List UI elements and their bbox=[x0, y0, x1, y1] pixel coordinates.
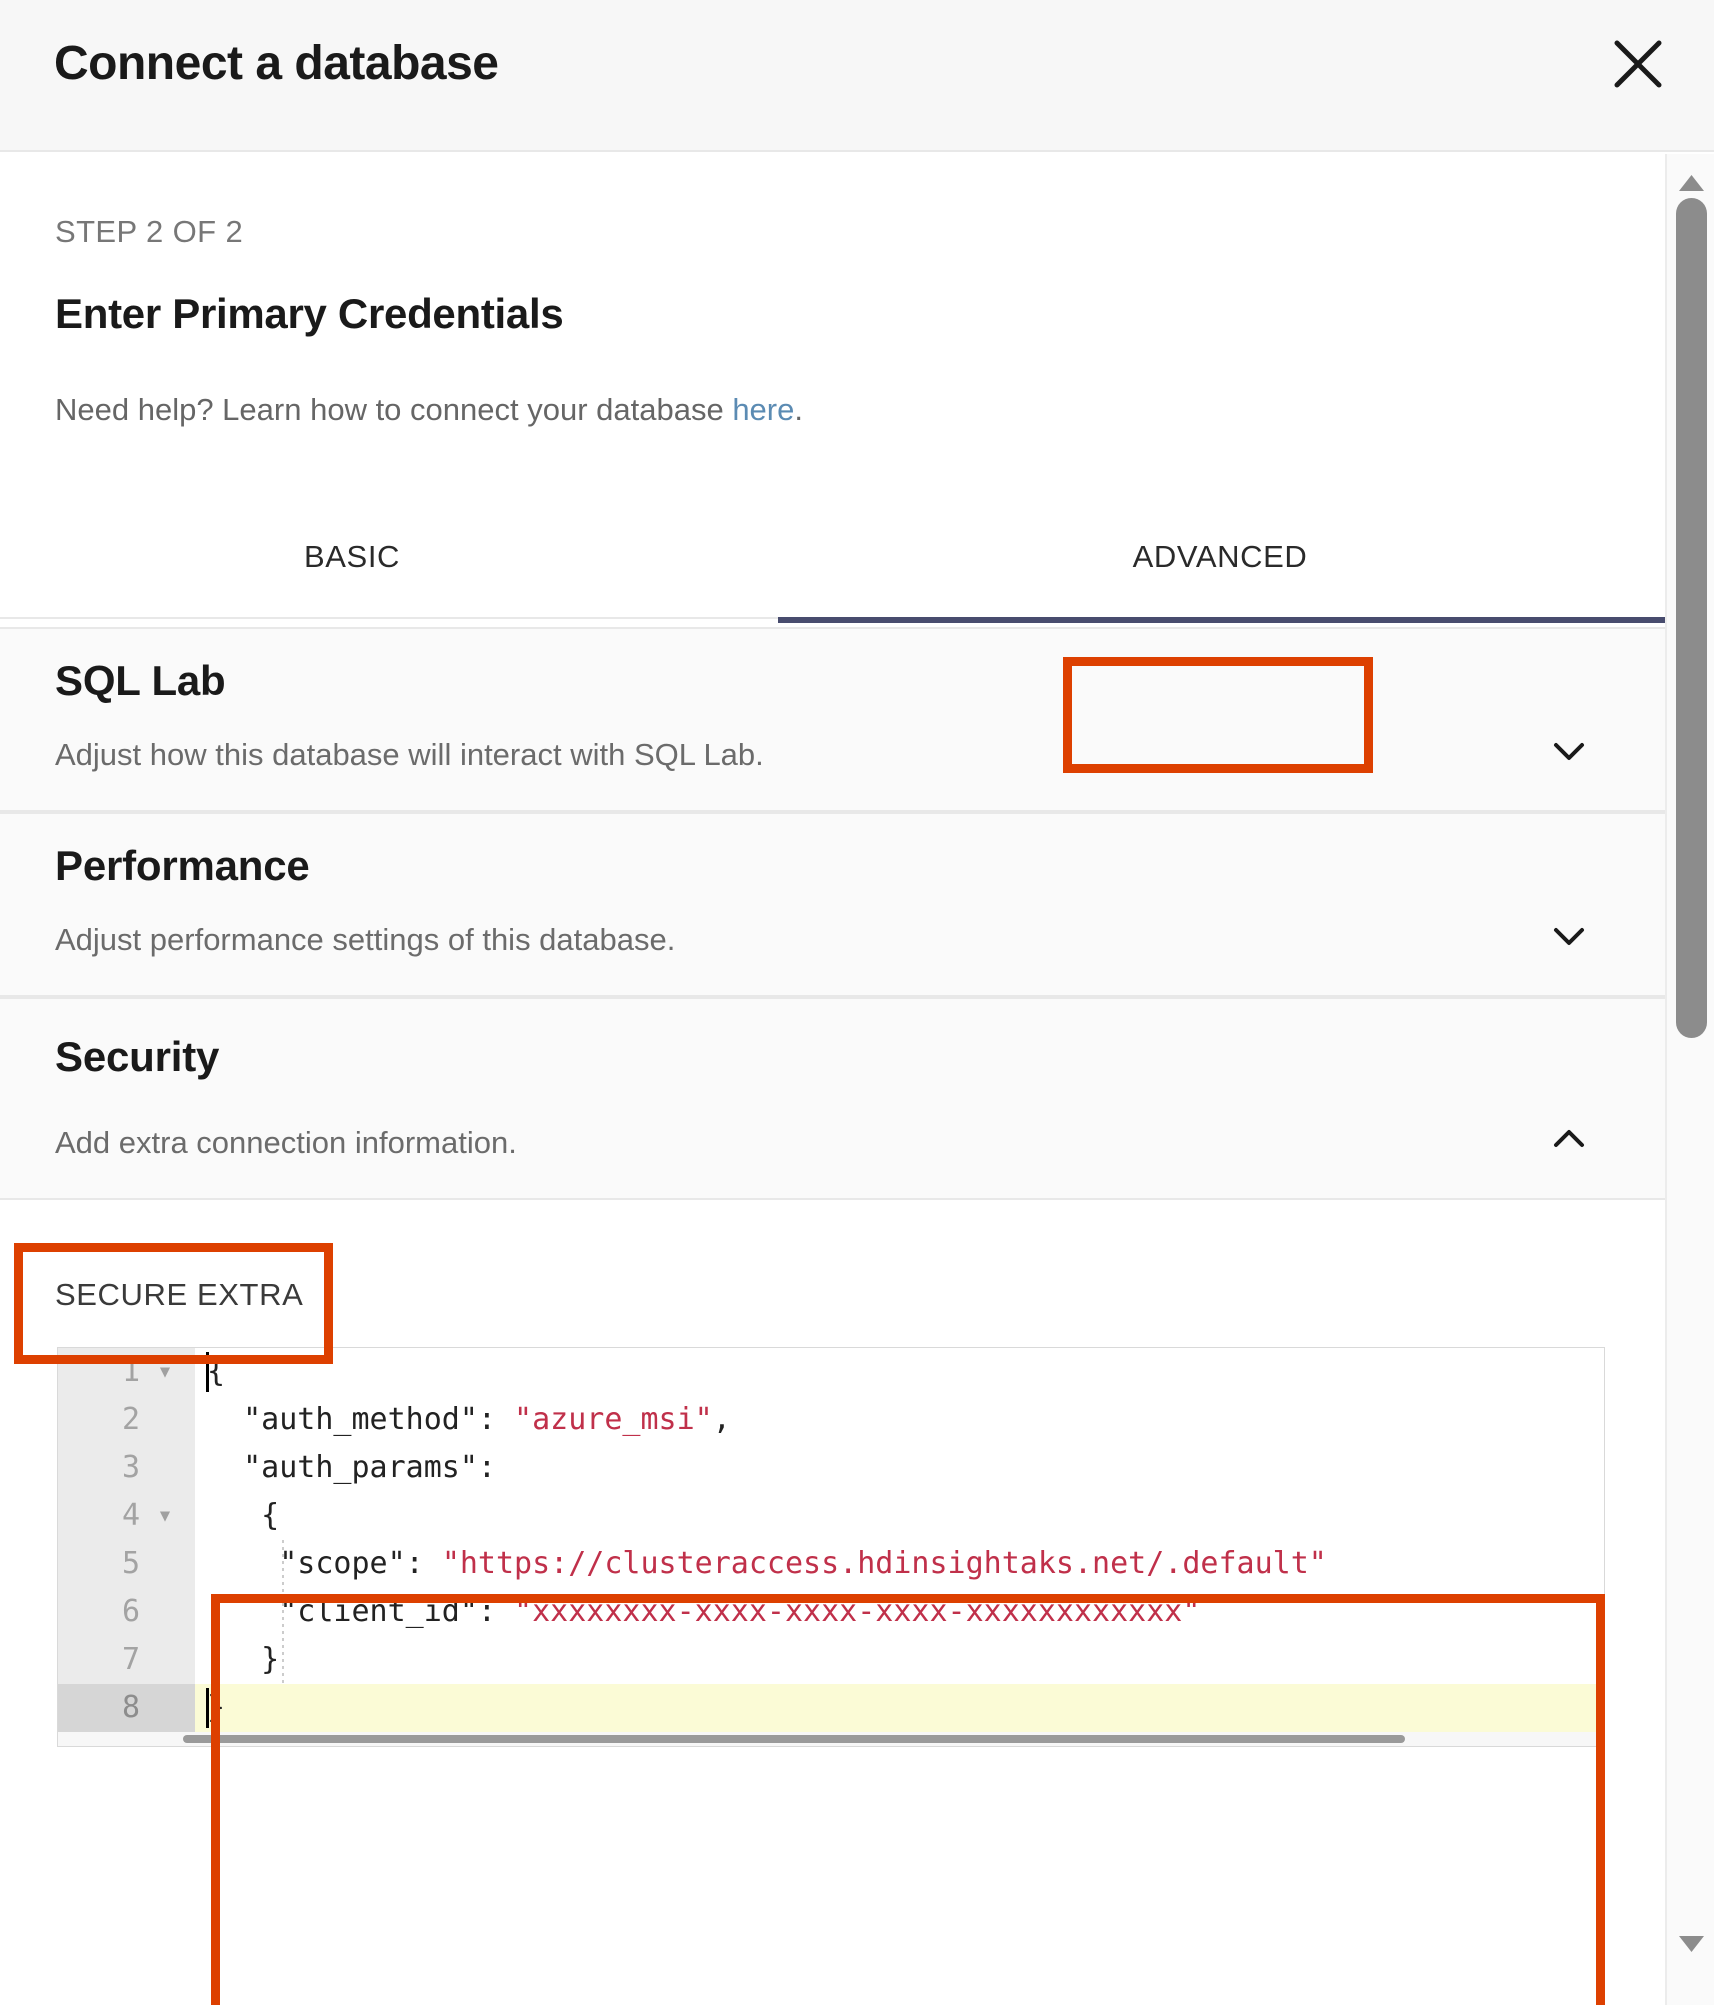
code-string-value: "azure_msi" bbox=[514, 1402, 713, 1437]
help-text: Need help? Learn how to connect your dat… bbox=[55, 392, 803, 428]
code-punct: , bbox=[713, 1402, 731, 1437]
secure-extra-section: SECURE EXTRA 1 ▼ 2 3 4 ▼ bbox=[0, 1202, 1665, 2005]
section-sql-lab[interactable]: SQL Lab Adjust how this database will in… bbox=[0, 627, 1665, 812]
code-line-8[interactable]: } bbox=[195, 1684, 1604, 1732]
fold-toggle-icon[interactable]: ▼ bbox=[153, 1348, 177, 1396]
tab-advanced[interactable]: ADVANCED bbox=[1085, 494, 1355, 619]
editor-gutter: 1 ▼ 2 3 4 ▼ 5 bbox=[58, 1348, 195, 1746]
section-title-security: Security bbox=[55, 1033, 219, 1081]
connect-database-modal: Connect a database STEP 2 OF 2 Enter Pri… bbox=[0, 0, 1714, 2005]
tab-bar: BASIC ADVANCED bbox=[0, 494, 1665, 619]
gutter-line-number: 1 bbox=[122, 1354, 140, 1389]
modal-body: STEP 2 OF 2 Enter Primary Credentials Ne… bbox=[0, 154, 1714, 2005]
gutter-line-6[interactable]: 6 bbox=[58, 1588, 195, 1636]
scroll-down-arrow-icon[interactable] bbox=[1678, 1933, 1705, 1955]
gutter-line-3[interactable]: 3 bbox=[58, 1444, 195, 1492]
code-string-value: "https://clusteraccess.hdinsightaks.net/… bbox=[442, 1546, 1327, 1581]
code-text: } bbox=[207, 1690, 225, 1725]
step-label: STEP 2 OF 2 bbox=[55, 214, 243, 250]
gutter-line-5[interactable]: 5 bbox=[58, 1540, 195, 1588]
help-link[interactable]: here bbox=[732, 392, 794, 427]
chevron-up-icon[interactable] bbox=[1547, 1117, 1591, 1161]
gutter-line-4[interactable]: 4 ▼ bbox=[58, 1492, 195, 1540]
code-key: "auth_method": bbox=[207, 1402, 514, 1437]
section-title-performance: Performance bbox=[55, 842, 310, 890]
gutter-line-number: 2 bbox=[122, 1402, 140, 1437]
editor-horizontal-scrollbar-thumb[interactable] bbox=[183, 1735, 1405, 1743]
chevron-down-icon[interactable] bbox=[1547, 729, 1591, 773]
gutter-line-number: 4 bbox=[122, 1498, 140, 1533]
editor-code-area[interactable]: { "auth_method": "azure_msi", "auth_para… bbox=[195, 1348, 1604, 1746]
text-cursor bbox=[206, 1352, 209, 1392]
code-line-1[interactable]: { bbox=[195, 1348, 1604, 1396]
gutter-line-number: 5 bbox=[122, 1546, 140, 1581]
tab-basic[interactable]: BASIC bbox=[252, 494, 452, 619]
code-line-6[interactable]: "client_id": "xxxxxxxx-xxxx-xxxx-xxxx-xx… bbox=[195, 1588, 1604, 1636]
gutter-line-8[interactable]: 8 bbox=[58, 1684, 195, 1732]
code-string-value: "xxxxxxxx-xxxx-xxxx-xxxx-xxxxxxxxxxxx" bbox=[514, 1594, 1200, 1629]
modal-vertical-scrollbar-thumb[interactable] bbox=[1676, 198, 1707, 1038]
secure-extra-label: SECURE EXTRA bbox=[55, 1277, 303, 1313]
gutter-line-2[interactable]: 2 bbox=[58, 1396, 195, 1444]
gutter-line-number: 8 bbox=[122, 1690, 140, 1725]
close-icon[interactable] bbox=[1610, 36, 1666, 92]
chevron-down-icon[interactable] bbox=[1547, 914, 1591, 958]
page-title: Enter Primary Credentials bbox=[55, 290, 563, 338]
secure-extra-editor[interactable]: 1 ▼ 2 3 4 ▼ 5 bbox=[57, 1347, 1605, 1747]
section-desc-security: Add extra connection information. bbox=[55, 1125, 517, 1161]
section-security[interactable]: Security Add extra connection informatio… bbox=[0, 997, 1665, 1200]
gutter-line-number: 7 bbox=[122, 1642, 140, 1677]
modal-header: Connect a database bbox=[0, 0, 1714, 152]
code-line-3[interactable]: "auth_params": bbox=[195, 1444, 1604, 1492]
code-text: { bbox=[207, 1354, 225, 1389]
help-text-suffix: . bbox=[794, 392, 803, 427]
modal-title: Connect a database bbox=[54, 36, 498, 91]
section-performance[interactable]: Performance Adjust performance settings … bbox=[0, 812, 1665, 997]
section-desc-performance: Adjust performance settings of this data… bbox=[55, 922, 675, 958]
code-line-5[interactable]: "scope": "https://clusteraccess.hdinsigh… bbox=[195, 1540, 1604, 1588]
code-line-7[interactable]: } bbox=[195, 1636, 1604, 1684]
scroll-up-arrow-icon[interactable] bbox=[1678, 172, 1705, 194]
help-text-prefix: Need help? Learn how to connect your dat… bbox=[55, 392, 732, 427]
code-line-2[interactable]: "auth_method": "azure_msi", bbox=[195, 1396, 1604, 1444]
gutter-line-number: 3 bbox=[122, 1450, 140, 1485]
code-text: { bbox=[207, 1498, 279, 1533]
gutter-line-7[interactable]: 7 bbox=[58, 1636, 195, 1684]
code-text: } bbox=[207, 1642, 279, 1677]
code-key: "client_id": bbox=[207, 1594, 514, 1629]
section-title-sql-lab: SQL Lab bbox=[55, 657, 226, 705]
editor-horizontal-scrollbar[interactable] bbox=[58, 1732, 1604, 1746]
modal-vertical-scrollbar[interactable] bbox=[1665, 154, 1714, 2005]
section-desc-sql-lab: Adjust how this database will interact w… bbox=[55, 737, 764, 773]
code-line-4[interactable]: { bbox=[195, 1492, 1604, 1540]
code-key: "auth_params": bbox=[207, 1450, 496, 1485]
gutter-line-number: 6 bbox=[122, 1594, 140, 1629]
gutter-line-1[interactable]: 1 ▼ bbox=[58, 1348, 195, 1396]
active-tab-underline bbox=[778, 617, 1665, 623]
indent-guide bbox=[282, 1540, 284, 1684]
text-cursor-active bbox=[206, 1688, 209, 1728]
fold-toggle-icon[interactable]: ▼ bbox=[153, 1492, 177, 1540]
code-key: "scope": bbox=[207, 1546, 442, 1581]
